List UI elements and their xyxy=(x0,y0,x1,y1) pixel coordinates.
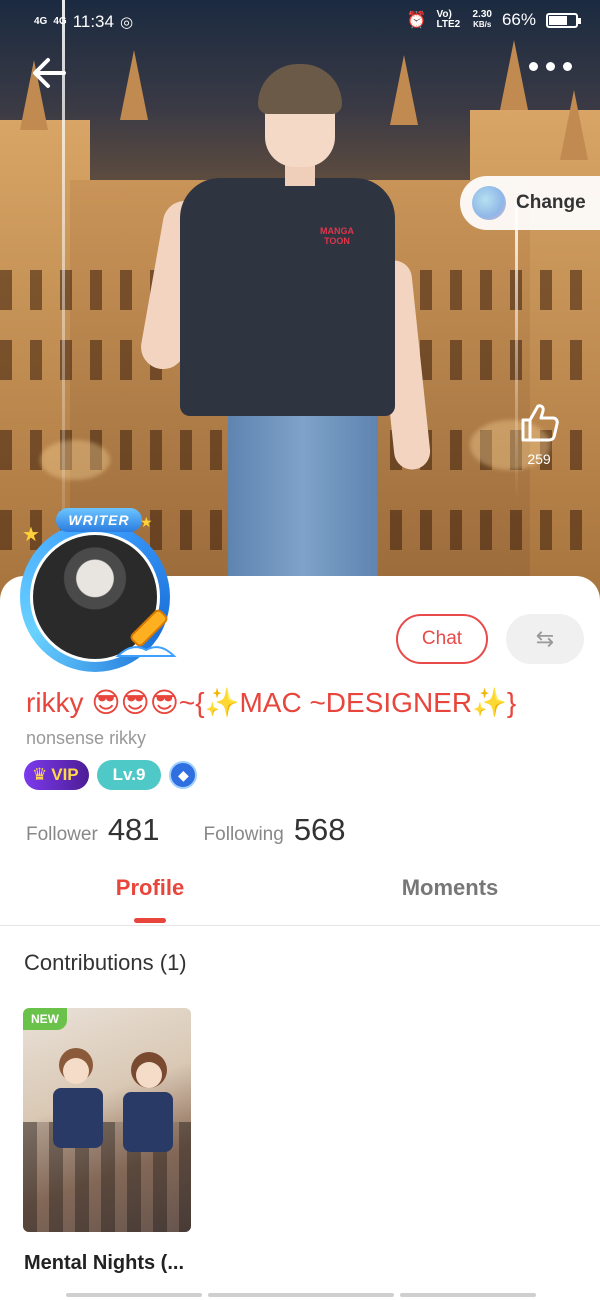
tab-moments[interactable]: Moments xyxy=(300,866,600,925)
shirt-logo: MANGA TOON xyxy=(320,226,354,246)
following-count[interactable]: 568 xyxy=(294,812,346,848)
book-cover[interactable]: NEW xyxy=(23,1008,191,1232)
battery-percent: 66% xyxy=(501,10,536,29)
star-icon: ★ xyxy=(140,514,153,530)
dot-icon xyxy=(529,62,538,71)
badge-row: ♛ VIP Lv.9 ◆ xyxy=(24,760,198,790)
vip-label: VIP xyxy=(51,765,79,784)
username: rikky 😎😎😎~{✨MAC ~DESIGNER✨} xyxy=(26,687,517,718)
profile-tabs: Profile Moments xyxy=(0,866,600,926)
switch-icon[interactable]: ⇆ xyxy=(506,614,584,664)
change-label: Change xyxy=(516,192,586,213)
battery-icon xyxy=(546,12,581,28)
like-button[interactable]: 259 xyxy=(514,400,564,467)
pen-icon xyxy=(115,609,177,657)
contributions-title: Contributions (1) xyxy=(24,950,187,975)
dot-icon xyxy=(563,62,572,71)
profile-avatar[interactable]: WRITER ★ ★ xyxy=(8,508,186,678)
dot-icon xyxy=(546,62,555,71)
arrow-left-icon xyxy=(33,58,66,88)
tab-profile[interactable]: Profile xyxy=(0,866,300,925)
signal-icon: 4G xyxy=(34,16,48,27)
status-bar: 4G 4G 11:34 ◎ ⏰ Vo) LTE2 2.30 KB/s 66% xyxy=(0,0,600,44)
back-button[interactable] xyxy=(28,52,70,94)
writer-badge: WRITER xyxy=(56,508,142,532)
change-outfit-button[interactable]: Change xyxy=(460,176,600,230)
bottom-scroll-indicator xyxy=(66,1293,536,1297)
whatsapp-icon: ◎ xyxy=(119,14,134,31)
follower-count[interactable]: 481 xyxy=(108,812,160,848)
volte-label: Vo) LTE2 xyxy=(436,9,461,30)
user-handle: nonsense rikky xyxy=(26,728,147,748)
like-count: 259 xyxy=(527,451,551,467)
more-button[interactable] xyxy=(529,62,572,71)
clock: 11:34 xyxy=(72,12,114,31)
following-label[interactable]: Following xyxy=(204,824,284,846)
signal-icon-2: 4G xyxy=(53,16,67,27)
vip-badge[interactable]: ♛ VIP xyxy=(24,760,89,790)
thumbs-up-icon xyxy=(521,404,559,442)
crown-icon: ♛ xyxy=(32,765,48,784)
new-badge: NEW xyxy=(23,1008,67,1030)
follower-label[interactable]: Follower xyxy=(26,824,98,846)
star-icon: ★ xyxy=(22,524,40,546)
chat-button[interactable]: Chat xyxy=(396,614,488,664)
net-speed: 2.30 KB/s xyxy=(472,9,492,30)
alarm-icon: ⏰ xyxy=(406,12,427,29)
outfit-thumbnail xyxy=(472,186,506,220)
follow-stats: Follower 481 Following 568 xyxy=(26,812,390,848)
gem-badge-icon[interactable]: ◆ xyxy=(169,761,198,789)
book-title[interactable]: Mental Nights (... xyxy=(24,1252,184,1275)
level-badge[interactable]: Lv.9 xyxy=(96,760,162,790)
